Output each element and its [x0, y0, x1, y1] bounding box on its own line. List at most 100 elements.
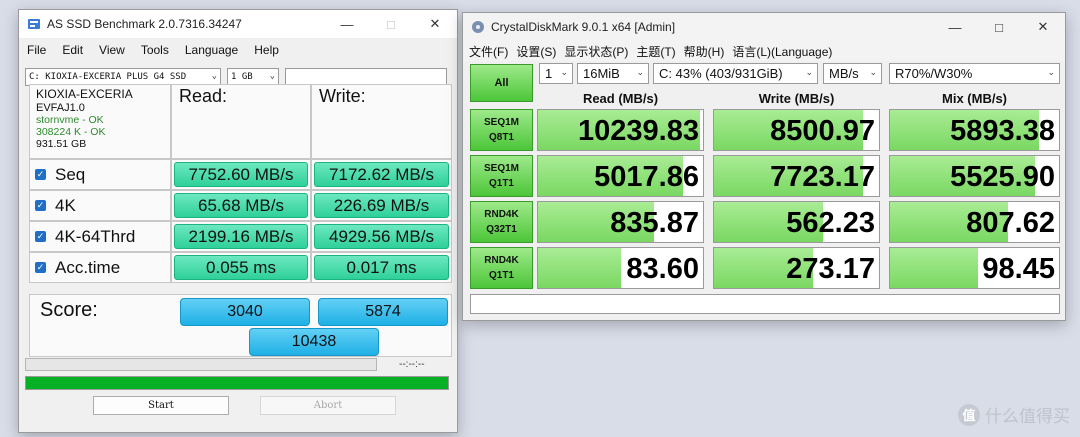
chevron-down-icon: ⌄: [1047, 67, 1055, 77]
start-button[interactable]: Start: [93, 396, 229, 415]
checkbox-icon[interactable]: ✓: [35, 200, 46, 211]
app-icon: [28, 19, 40, 29]
menu-bar: 文件(F) 设置(S) 显示状态(P) 主题(T) 帮助(H) 语言(L)(La…: [463, 41, 1065, 61]
test-name: SEQ1M: [483, 163, 519, 174]
read-value: 65.68 MB/s: [174, 193, 308, 218]
write-cell: 7172.62 MB/s: [311, 159, 452, 190]
watermark-badge: 值: [958, 403, 980, 426]
minimize-icon[interactable]: —: [325, 10, 369, 38]
read-value: 83.60: [626, 253, 699, 285]
mix-value: 5893.38: [950, 115, 1055, 147]
watermark-text: 什么值得买: [985, 407, 1070, 426]
write-value: 7172.62 MB/s: [314, 162, 449, 187]
write-value: 4929.56 MB/s: [314, 224, 449, 249]
menu-tools[interactable]: Tools: [133, 43, 177, 57]
menu-help[interactable]: 帮助(H): [680, 43, 729, 60]
menu-settings[interactable]: 设置(S): [512, 43, 560, 60]
menu-file[interactable]: File: [19, 43, 54, 57]
write-value: 562.23: [786, 207, 875, 239]
row-label[interactable]: ✓ Seq: [29, 159, 171, 190]
read-value: 5017.86: [594, 161, 699, 193]
write-result: 273.17: [713, 247, 880, 289]
chevron-down-icon: ⌄: [636, 67, 644, 77]
drive-select[interactable]: C: 43% (403/931GiB) ⌄: [653, 63, 818, 84]
unit-value: MB/s: [829, 66, 859, 81]
test-name: SEQ1M: [483, 117, 519, 128]
test-name: RND4K: [484, 209, 519, 220]
mix-result: 98.45: [889, 247, 1060, 289]
read-column-header: Read (MB/s): [582, 91, 659, 106]
row-label[interactable]: ✓ Acc.time: [29, 252, 171, 283]
menu-file[interactable]: 文件(F): [463, 43, 512, 60]
as-ssd-titlebar[interactable]: AS SSD Benchmark 2.0.7316.34247 — □ ✕: [19, 10, 457, 38]
size-select[interactable]: 16MiB ⌄: [577, 63, 649, 84]
test-progress-bar: [25, 358, 377, 371]
checkbox-icon[interactable]: ✓: [35, 169, 46, 180]
read-result: 83.60: [537, 247, 704, 289]
drive-value: C: 43% (403/931GiB): [659, 66, 783, 81]
close-icon[interactable]: ✕: [413, 10, 457, 38]
mix-result: 807.62: [889, 201, 1060, 243]
watermark: 值 什么值得买: [958, 402, 1070, 427]
write-header: Write:: [311, 84, 452, 159]
read-cell: 2199.16 MB/s: [171, 221, 311, 252]
abort-button[interactable]: Abort: [260, 396, 396, 415]
menu-language[interactable]: 语言(L)(Language): [728, 43, 836, 60]
write-result: 562.23: [713, 201, 880, 243]
minimize-icon[interactable]: —: [933, 13, 977, 41]
menu-language[interactable]: Language: [177, 43, 246, 57]
write-value: 8500.97: [770, 115, 875, 147]
checkbox-icon[interactable]: ✓: [35, 262, 46, 273]
chevron-down-icon: ⌄: [560, 67, 568, 77]
menu-help[interactable]: Help: [246, 43, 287, 57]
read-cell: 0.055 ms: [171, 252, 311, 283]
mix-result: 5893.38: [889, 109, 1060, 151]
test-button[interactable]: RND4K Q32T1: [470, 201, 533, 243]
menu-view[interactable]: View: [91, 43, 133, 57]
read-cell: 7752.60 MB/s: [171, 159, 311, 190]
driver-status: stornvme - OK: [36, 114, 104, 126]
row-label[interactable]: ✓ 4K: [29, 190, 171, 221]
unit-select[interactable]: MB/s ⌄: [823, 63, 882, 84]
comment-field[interactable]: [470, 294, 1060, 314]
mix-value: 98.45: [982, 253, 1055, 285]
cdm-titlebar[interactable]: CrystalDiskMark 9.0.1 x64 [Admin] — □ ✕: [463, 13, 1065, 41]
profile-select[interactable]: R70%/W30% ⌄: [889, 63, 1060, 84]
read-value: 10239.83: [578, 115, 699, 147]
write-value: 0.017 ms: [314, 255, 449, 280]
row-label[interactable]: ✓ 4K-64Thrd: [29, 221, 171, 252]
row-4k: ✓ 4K 65.68 MB/s 226.69 MB/s: [29, 190, 452, 221]
count-value: 1: [545, 66, 553, 81]
overall-progress-bar: [25, 376, 449, 390]
row-label-text: Seq: [55, 164, 86, 184]
result-bar: [538, 248, 621, 288]
chevron-down-icon: ⌄: [869, 67, 877, 77]
all-button[interactable]: All: [470, 64, 533, 102]
test-button[interactable]: SEQ1M Q1T1: [470, 155, 533, 197]
menu-edit[interactable]: Edit: [54, 43, 91, 57]
read-result: 5017.86: [537, 155, 704, 197]
window-title: AS SSD Benchmark 2.0.7316.34247: [47, 17, 242, 31]
menu-display[interactable]: 显示状态(P): [560, 43, 632, 60]
chevron-down-icon: ⌄: [269, 71, 275, 81]
chevron-down-icon: ⌄: [211, 71, 217, 81]
read-result: 10239.83: [537, 109, 704, 151]
window-title: CrystalDiskMark 9.0.1 x64 [Admin]: [491, 20, 676, 34]
drive-model: KIOXIA-EXCERIA: [36, 87, 133, 101]
menu-theme[interactable]: 主题(T): [632, 43, 679, 60]
close-icon[interactable]: ✕: [1021, 13, 1065, 41]
write-cell: 0.017 ms: [311, 252, 452, 283]
checkbox-icon[interactable]: ✓: [35, 231, 46, 242]
test-button[interactable]: SEQ1M Q8T1: [470, 109, 533, 151]
write-value: 273.17: [786, 253, 875, 285]
write-column-header: Write (MB/s): [758, 91, 835, 106]
row-4k-64thrd: ✓ 4K-64Thrd 2199.16 MB/s 4929.56 MB/s: [29, 221, 452, 252]
mix-value: 5525.90: [950, 161, 1055, 193]
test-button[interactable]: RND4K Q1T1: [470, 247, 533, 289]
count-select[interactable]: 1 ⌄: [539, 63, 573, 84]
row-acc-time: ✓ Acc.time 0.055 ms 0.017 ms: [29, 252, 452, 283]
maximize-icon[interactable]: □: [369, 10, 413, 38]
size-value: 16MiB: [583, 66, 620, 81]
maximize-icon[interactable]: □: [977, 13, 1021, 41]
disk-icon: [472, 21, 484, 33]
